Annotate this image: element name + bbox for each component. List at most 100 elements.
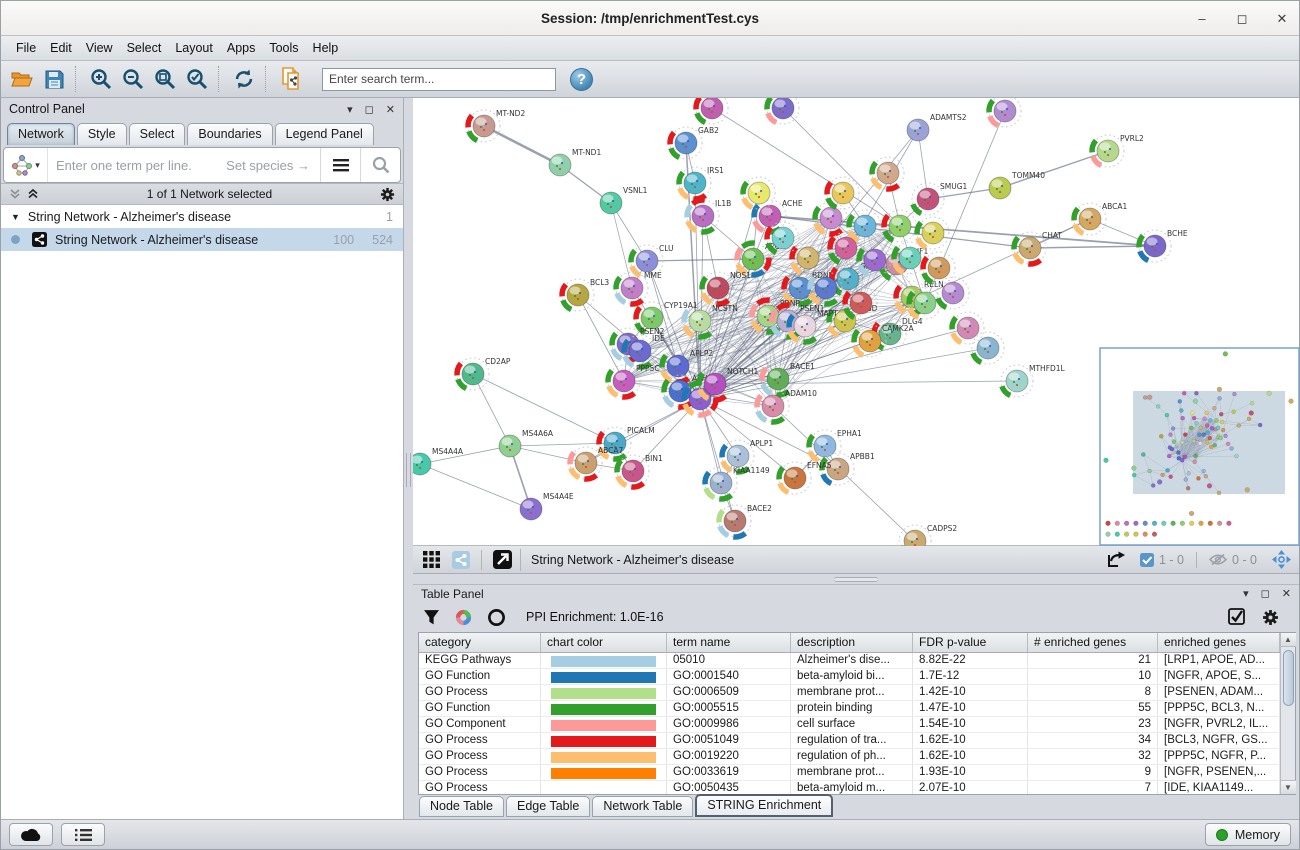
scroll-up-button[interactable]: ▲ <box>1281 633 1296 647</box>
network-node-pvrl2[interactable]: PVRL2 <box>1092 134 1144 167</box>
column-header[interactable]: FDR p-value <box>913 633 1028 652</box>
network-node-bcl3[interactable]: BCL3 <box>562 278 609 311</box>
gear-icon[interactable] <box>380 187 395 202</box>
menu-item-apps[interactable]: Apps <box>220 38 263 58</box>
table-row[interactable]: GO ProcessGO:0019220regulation of ph...1… <box>419 749 1280 765</box>
network-node[interactable] <box>923 252 955 284</box>
tab-string-enrichment[interactable]: STRING Enrichment <box>695 794 833 817</box>
help-button[interactable]: ? <box>570 68 593 91</box>
close-panel-icon[interactable]: ✕ <box>1282 587 1291 600</box>
network-node-cadps2[interactable]: CADPS2 <box>899 524 957 546</box>
network-node-il1b[interactable]: IL1B <box>687 199 731 232</box>
table-row[interactable]: GO FunctionGO:0001540beta-amyloid bi...1… <box>419 669 1280 685</box>
close-button[interactable]: ✕ <box>1275 12 1289 26</box>
expand-all-icon[interactable] <box>27 188 39 200</box>
task-history-button[interactable] <box>61 823 105 846</box>
network-node-ms4a6a[interactable]: MS4A6A <box>499 429 554 457</box>
open-in-window-button[interactable] <box>490 549 514 571</box>
table-row[interactable]: GO ComponentGO:0009986cell surface1.54E-… <box>419 717 1280 733</box>
column-header[interactable]: # enriched genes <box>1028 633 1158 652</box>
filter-funnel-icon[interactable] <box>423 609 440 626</box>
network-node[interactable] <box>743 177 775 209</box>
network-node[interactable] <box>952 312 984 344</box>
string-options-button[interactable] <box>320 148 360 182</box>
fit-content-button[interactable] <box>1269 549 1293 571</box>
tab-node-table[interactable]: Node Table <box>419 796 504 817</box>
panel-divider-horizontal[interactable] <box>413 574 1299 585</box>
column-header[interactable]: category <box>419 633 541 652</box>
menu-item-layout[interactable]: Layout <box>168 38 220 58</box>
network-node-gab2[interactable]: GAB2 <box>670 126 719 159</box>
table-row[interactable]: GO ProcessGO:0051049regulation of tra...… <box>419 733 1280 749</box>
network-node[interactable] <box>767 98 799 124</box>
select-checkbox-icon[interactable] <box>1228 608 1246 626</box>
search-input[interactable] <box>322 68 556 91</box>
open-session-button[interactable] <box>7 65 37 94</box>
menu-item-file[interactable]: File <box>9 38 43 58</box>
tab-style[interactable]: Style <box>77 123 127 145</box>
export-view-button[interactable] <box>1104 549 1128 571</box>
divider-handle[interactable] <box>834 577 878 582</box>
tab-legend-panel[interactable]: Legend Panel <box>275 123 374 145</box>
column-header[interactable]: chart color <box>541 633 667 652</box>
cloud-tasks-button[interactable] <box>9 823 53 846</box>
network-node-abca1[interactable]: ABCA1 <box>1074 202 1128 235</box>
network-node-tomm40[interactable]: TOMM40 <box>989 171 1045 199</box>
network-node-ide[interactable]: IDE <box>624 334 665 367</box>
zoom-selected-button[interactable] <box>182 65 212 94</box>
float-panel-icon[interactable]: ▾ <box>1243 587 1249 600</box>
column-header[interactable]: enriched genes <box>1158 633 1280 652</box>
birds-eye-view[interactable] <box>1100 348 1299 545</box>
string-term-input[interactable] <box>48 158 226 173</box>
float-panel-icon[interactable]: ▾ <box>347 103 353 116</box>
collapse-triangle-icon[interactable]: ▼ <box>11 212 20 222</box>
network-node-ms4a4a[interactable]: MS4A4A <box>413 447 464 475</box>
network-node[interactable] <box>972 332 1004 364</box>
table-row[interactable]: GO ProcessGO:0006509membrane prot...1.42… <box>419 685 1280 701</box>
tab-network[interactable]: Network <box>7 123 75 145</box>
close-panel-icon[interactable]: ✕ <box>386 103 395 116</box>
network-collection-row[interactable]: ▼ String Network - Alzheimer's disease 1 <box>1 205 403 228</box>
set-species-label[interactable]: Set species → <box>226 158 320 173</box>
refresh-button[interactable] <box>229 65 259 94</box>
menu-item-help[interactable]: Help <box>306 38 346 58</box>
eye-hidden-icon[interactable] <box>1209 553 1227 566</box>
network-node[interactable] <box>989 98 1021 127</box>
network-node-abca7[interactable]: ABCA7 <box>570 446 624 479</box>
menu-item-tools[interactable]: Tools <box>262 38 305 58</box>
tab-edge-table[interactable]: Edge Table <box>506 796 590 817</box>
save-session-button[interactable] <box>39 65 69 94</box>
network-node[interactable] <box>917 217 949 249</box>
network-node-bace2[interactable]: BACE2 <box>719 504 772 537</box>
network-node-adamts2[interactable]: ADAMTS2 <box>907 113 967 141</box>
maximize-button[interactable]: ◻ <box>1235 12 1249 26</box>
zoom-out-button[interactable] <box>118 65 148 94</box>
network-svg[interactable]: MT-ND2MT-ND1VSNL1GAB2IRS1IL1BACHEAPOECLU… <box>413 98 1300 546</box>
maximize-panel-icon[interactable]: ◻ <box>1261 587 1270 600</box>
network-node-mt-nd1[interactable]: MT-ND1 <box>549 148 601 176</box>
memory-button[interactable]: Memory <box>1205 823 1291 846</box>
checkbox-icon[interactable] <box>1140 553 1154 567</box>
network-from-clipboard-button[interactable] <box>276 65 306 94</box>
network-row[interactable]: String Network - Alzheimer's disease 100… <box>1 228 403 251</box>
scroll-down-button[interactable]: ▼ <box>1281 780 1296 794</box>
network-node-mt-nd2[interactable]: MT-ND2 <box>468 109 525 142</box>
network-node[interactable] <box>827 177 859 209</box>
enrichment-chart-icon[interactable] <box>454 608 473 627</box>
menu-item-select[interactable]: Select <box>120 38 169 58</box>
zoom-fit-button[interactable] <box>150 65 180 94</box>
network-node-mthfd1l[interactable]: MTHFD1L <box>1001 364 1066 397</box>
menu-item-view[interactable]: View <box>79 38 120 58</box>
scrollbar-thumb[interactable] <box>1283 650 1294 706</box>
table-row[interactable]: GO FunctionGO:0005515protein binding1.47… <box>419 701 1280 717</box>
minimize-button[interactable]: – <box>1195 12 1209 26</box>
network-node-adam10[interactable]: ADAM10 <box>757 389 817 422</box>
network-node-bche[interactable]: BCHE <box>1139 229 1188 262</box>
string-protein-dropdown[interactable]: ▾ <box>4 148 48 182</box>
string-search-button[interactable] <box>360 148 400 182</box>
zoom-in-button[interactable] <box>86 65 116 94</box>
column-header[interactable]: description <box>791 633 913 652</box>
panel-divider-vertical[interactable] <box>404 98 413 819</box>
network-node-smug1[interactable]: SMUG1 <box>912 182 968 215</box>
tab-select[interactable]: Select <box>129 123 186 145</box>
